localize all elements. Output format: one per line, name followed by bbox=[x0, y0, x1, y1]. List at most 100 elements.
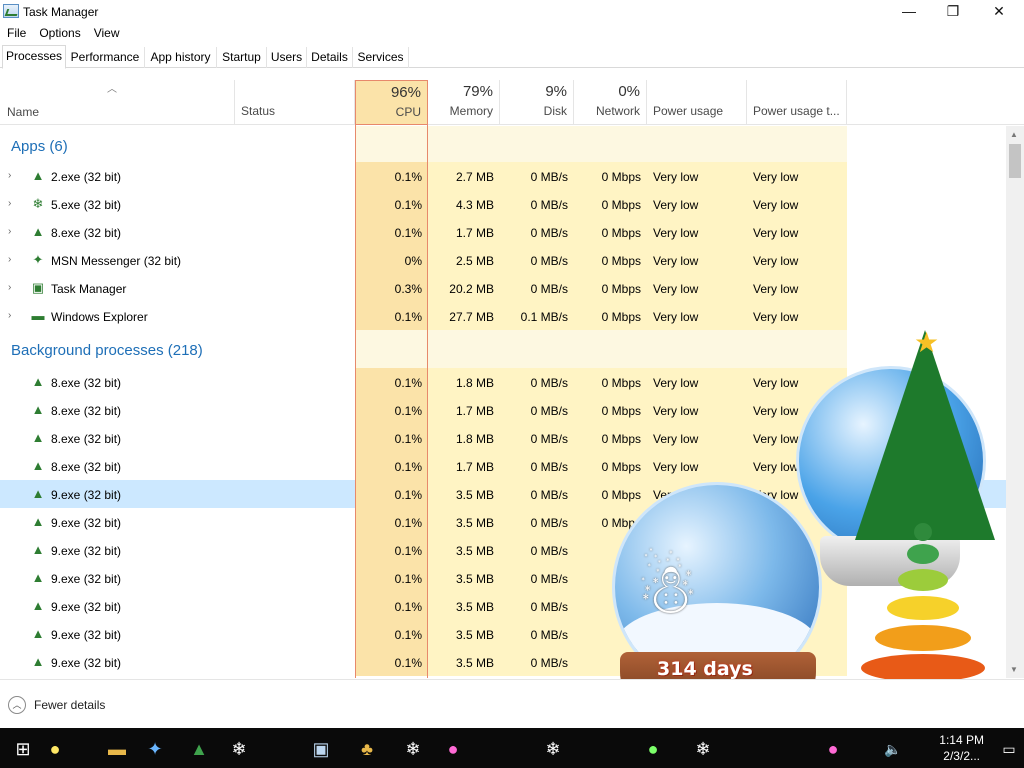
folder-icon: ▬ bbox=[31, 308, 45, 323]
table-row[interactable]: ▲ 9.exe (32 bit) 0.1% 3.5 MB 0 MB/s bbox=[0, 592, 1006, 620]
cell-power-trend: Very low bbox=[747, 162, 847, 190]
table-row[interactable]: ▲ 9.exe (32 bit) 0.1% 3.5 MB 0 MB/s bbox=[0, 620, 1006, 648]
process-name: 9.exe (32 bit) bbox=[51, 488, 122, 502]
bulb-pink-icon: ● bbox=[447, 739, 459, 759]
cell-power: Very low bbox=[647, 368, 747, 396]
table-row[interactable]: › ▲ 2.exe (32 bit) 0.1% 2.7 MB 0 MB/s 0 Mbps Ve… bbox=[0, 162, 1006, 190]
scrollbar-thumb[interactable] bbox=[1009, 144, 1021, 178]
table-row[interactable]: ▲ 8.exe (32 bit) 0.1% 1.7 MB 0 MB/s 0 Mbps Ver… bbox=[0, 452, 1006, 480]
cell-network: 0 Mbps bbox=[574, 368, 647, 396]
menu-view[interactable]: View bbox=[87, 24, 126, 40]
tab-details[interactable]: Details bbox=[307, 47, 353, 68]
cell-disk: 0 MB/s bbox=[500, 246, 574, 274]
task-manager-taskbar-icon[interactable]: ▣ bbox=[308, 736, 334, 762]
tab-performance[interactable]: Performance bbox=[66, 47, 145, 68]
table-row[interactable]: ▲ 9.exe (32 bit) 0.1% 3.5 MB 0 MB/s bbox=[0, 536, 1006, 564]
expand-chevron-icon[interactable]: › bbox=[8, 310, 11, 321]
column-status-label: Status bbox=[241, 104, 276, 118]
table-row[interactable]: ▲ 9.exe (32 bit) 0.1% 3.5 MB 0 MB/s bbox=[0, 648, 1006, 676]
tab-processes[interactable]: Processes bbox=[2, 45, 66, 69]
cell-cpu: 0.1% bbox=[355, 218, 428, 246]
tree-app-icon-2[interactable]: ♣ bbox=[354, 736, 380, 762]
tree-icon: ▲ bbox=[31, 570, 45, 585]
expand-chevron-icon[interactable]: › bbox=[8, 198, 11, 209]
table-row[interactable]: › ▲ 8.exe (32 bit) 0.1% 1.7 MB 0 MB/s 0 Mbps Ve… bbox=[0, 218, 1006, 246]
tree-icon: ▲ bbox=[31, 514, 45, 529]
table-row[interactable]: ▲ 9.exe (32 bit) 0.1% 3.5 MB 0 MB/s bbox=[0, 564, 1006, 592]
tab-services[interactable]: Services bbox=[353, 47, 409, 68]
tree-app-icon[interactable]: ▲ bbox=[186, 736, 212, 762]
table-row[interactable]: › ▬ Windows Explorer 0.1% 27.7 MB 0.1 MB/s 0 M… bbox=[0, 302, 1006, 330]
cell-power bbox=[647, 592, 747, 620]
column-power-usage-trend[interactable]: Power usage t... bbox=[747, 80, 847, 125]
tree-icon: ▲ bbox=[31, 224, 45, 239]
menu-file[interactable]: File bbox=[0, 24, 32, 40]
expand-chevron-icon[interactable]: › bbox=[8, 170, 11, 181]
taskbar-clock[interactable]: 1:14 PM 2/3/2... bbox=[939, 732, 984, 764]
table-row[interactable]: ▲ 8.exe (32 bit) 0.1% 1.7 MB 0 MB/s 0 Mbps Ver… bbox=[0, 396, 1006, 424]
restore-button[interactable]: ❐ bbox=[930, 0, 976, 24]
cell-cpu: 0.1% bbox=[355, 592, 428, 620]
tab-users[interactable]: Users bbox=[267, 47, 307, 68]
cell-power-trend bbox=[747, 592, 847, 620]
clock-time: 1:14 PM bbox=[939, 733, 984, 747]
tab-app-history[interactable]: App history bbox=[145, 47, 217, 68]
table-row[interactable]: › ✦ MSN Messenger (32 bit) 0% 2.5 MB 0 MB/s 0 … bbox=[0, 246, 1006, 274]
cell-network: 0 Mbps bbox=[574, 480, 647, 508]
column-power-usage[interactable]: Power usage bbox=[647, 80, 747, 125]
cell-disk: 0 MB/s bbox=[500, 396, 574, 424]
expand-chevron-icon[interactable]: › bbox=[8, 282, 11, 293]
cell-cpu: 0.1% bbox=[355, 424, 428, 452]
cell-network: 0 Mbps bbox=[574, 424, 647, 452]
table-row[interactable]: ▲ 8.exe (32 bit) 0.1% 1.8 MB 0 MB/s 0 Mbps Ver… bbox=[0, 368, 1006, 396]
scroll-up-icon[interactable]: ▲ bbox=[1010, 130, 1018, 139]
cell-disk: 0 MB/s bbox=[500, 536, 574, 564]
table-row[interactable]: › ❄ 5.exe (32 bit) 0.1% 4.3 MB 0 MB/s 0 Mbps Ve… bbox=[0, 190, 1006, 218]
notification-icon[interactable]: ▭ bbox=[996, 736, 1022, 762]
column-name[interactable]: Name bbox=[7, 105, 39, 119]
cell-power-trend: Very low bbox=[747, 302, 847, 330]
fewer-details-link[interactable]: Fewer details bbox=[34, 698, 105, 712]
table-row[interactable]: ▲ 8.exe (32 bit) 0.1% 1.8 MB 0 MB/s 0 Mbps Ver… bbox=[0, 424, 1006, 452]
table-row[interactable]: ▲ 9.exe (32 bit) 0.1% 3.5 MB 0 MB/s 0 Mbps bbox=[0, 508, 1006, 536]
cell-power-trend bbox=[747, 648, 847, 676]
cell-disk: 0 MB/s bbox=[500, 190, 574, 218]
process-name: Windows Explorer bbox=[51, 310, 148, 324]
cell-network bbox=[574, 564, 647, 592]
cell-power: Very low bbox=[647, 396, 747, 424]
vertical-scrollbar[interactable]: ▲ ▼ bbox=[1006, 126, 1024, 678]
table-row[interactable]: ▲ 9.exe (32 bit) 0.1% 3.5 MB 0 MB/s 0 Mbps Ver… bbox=[0, 480, 1006, 508]
file-explorer-icon[interactable]: ▬ bbox=[104, 736, 130, 762]
tree-icon: ▲ bbox=[31, 626, 45, 641]
cell-disk: 0.1 MB/s bbox=[500, 302, 574, 330]
process-name: 8.exe (32 bit) bbox=[51, 432, 122, 446]
expand-chevron-icon[interactable]: › bbox=[8, 226, 11, 237]
tree-icon: ▲ bbox=[31, 402, 45, 417]
column-status[interactable]: Status bbox=[234, 80, 355, 125]
column-disk[interactable]: 9% Disk bbox=[500, 80, 574, 125]
scroll-down-icon[interactable]: ▼ bbox=[1010, 665, 1018, 674]
menu-options[interactable]: Options bbox=[32, 24, 86, 40]
cell-network bbox=[574, 620, 647, 648]
cell-disk: 0 MB/s bbox=[500, 648, 574, 676]
chevron-up-icon[interactable]: ︿ bbox=[8, 696, 26, 714]
minimize-button[interactable]: — bbox=[886, 0, 932, 24]
msn-messenger-icon[interactable]: ✦ bbox=[142, 736, 168, 762]
table-row[interactable]: › ▣ Task Manager 0.3% 20.2 MB 0 MB/s 0 Mbps Ver… bbox=[0, 274, 1006, 302]
column-memory[interactable]: 79% Memory bbox=[428, 80, 500, 125]
close-button[interactable]: ✕ bbox=[976, 0, 1022, 24]
volume-icon[interactable]: 🔈 bbox=[880, 736, 906, 762]
task-manager-icon bbox=[3, 4, 19, 18]
cell-power: Very low bbox=[647, 246, 747, 274]
start-windows-icon[interactable]: ⊞ bbox=[10, 736, 36, 762]
group-title: Background processes (218) bbox=[11, 342, 203, 359]
lightbulb-icon[interactable]: ● bbox=[42, 736, 68, 762]
tree-icon: ▲ bbox=[31, 542, 45, 557]
cell-network: 0 Mbps bbox=[574, 218, 647, 246]
tab-startup[interactable]: Startup bbox=[217, 47, 267, 68]
cell-power-trend: Very low bbox=[747, 218, 847, 246]
column-network[interactable]: 0% Network bbox=[574, 80, 647, 125]
expand-chevron-icon[interactable]: › bbox=[8, 254, 11, 265]
snowflake-icon[interactable]: ❄ bbox=[226, 736, 252, 762]
column-cpu[interactable]: 96% CPU bbox=[355, 80, 428, 125]
